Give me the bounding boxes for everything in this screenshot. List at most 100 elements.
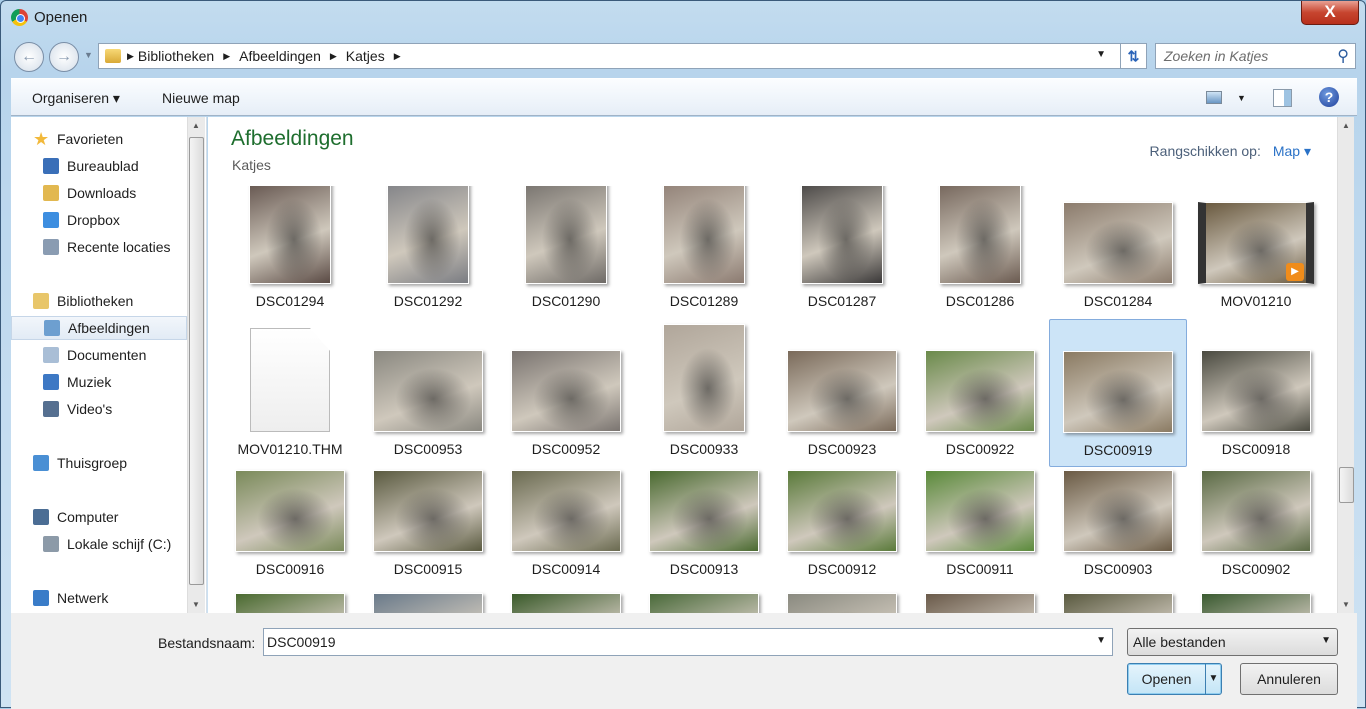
window-title: Openen — [34, 9, 88, 26]
file-item[interactable]: DSC00953 — [359, 319, 497, 467]
file-item[interactable] — [221, 587, 359, 613]
cancel-button[interactable]: Annuleren — [1240, 663, 1338, 695]
back-button[interactable]: ← — [14, 42, 44, 72]
view-options-dropdown[interactable]: ▼ — [1237, 93, 1246, 103]
change-view-icon[interactable] — [1206, 91, 1222, 104]
chevron-down-icon[interactable]: ▼ — [1096, 635, 1106, 646]
file-item[interactable] — [1049, 587, 1187, 613]
sidebar-scroll-thumb[interactable] — [189, 137, 204, 585]
open-button[interactable]: Openen ▼ — [1127, 663, 1222, 695]
file-name: DSC01290 — [531, 293, 601, 309]
sidebar-item[interactable]: Video's — [11, 397, 187, 421]
sidebar-item-label: Bibliotheken — [57, 293, 134, 309]
filetype-select[interactable]: Alle bestanden ▼ — [1127, 628, 1338, 656]
file-item[interactable]: DSC00913 — [635, 467, 773, 587]
chevron-right-icon[interactable]: ▶ — [223, 51, 230, 62]
file-item[interactable]: DSC00922 — [911, 319, 1049, 467]
breadcrumb-item[interactable]: Katjes — [346, 48, 385, 64]
sidebar-item[interactable]: Afbeeldingen — [11, 316, 187, 340]
chevron-right-icon[interactable]: ▶ — [394, 51, 401, 62]
file-item[interactable] — [497, 587, 635, 613]
dropbox-icon — [43, 212, 59, 228]
file-name: DSC00903 — [1083, 561, 1153, 577]
file-item[interactable]: DSC00918 — [1187, 319, 1325, 467]
sidebar-item-label: Dropbox — [67, 212, 120, 228]
search-input[interactable]: Zoeken in Katjes ⚲ — [1155, 43, 1356, 69]
file-item[interactable] — [773, 587, 911, 613]
file-item[interactable] — [911, 587, 1049, 613]
file-item[interactable]: DSC00911 — [911, 467, 1049, 587]
file-item[interactable]: DSC00933 — [635, 319, 773, 467]
refresh-button[interactable]: ⇅ — [1120, 44, 1146, 68]
filename-label: Bestandsnaam: — [158, 635, 256, 651]
chrome-icon — [11, 9, 28, 26]
forward-button[interactable]: → — [49, 42, 79, 72]
file-item[interactable] — [359, 587, 497, 613]
sidebar-item[interactable]: Documenten — [11, 343, 187, 367]
file-item[interactable]: DSC01284 — [1049, 186, 1187, 319]
file-item[interactable]: DSC01287 — [773, 186, 911, 319]
file-item[interactable]: DSC00912 — [773, 467, 911, 587]
address-bar[interactable]: ▶ Bibliotheken ▶ Afbeeldingen ▶ Katjes ▶ ▼ ⇅ — [98, 43, 1147, 69]
breadcrumb-item[interactable]: Bibliotheken — [138, 48, 214, 64]
arrange-dropdown[interactable]: Map ▾ — [1273, 143, 1311, 159]
file-item[interactable]: DSC00916 — [221, 467, 359, 587]
sidebar-item[interactable]: Downloads — [11, 181, 187, 205]
new-folder-button[interactable]: Nieuwe map — [162, 90, 240, 106]
recent-pages-dropdown[interactable]: ▼ — [84, 50, 93, 60]
breadcrumb-item[interactable]: Afbeeldingen — [239, 48, 321, 64]
file-name: DSC00902 — [1221, 561, 1291, 577]
file-view-scroll-thumb[interactable] — [1339, 467, 1354, 503]
sidebar-item[interactable]: Recente locaties — [11, 235, 187, 259]
file-item[interactable]: DSC00952 — [497, 319, 635, 467]
organize-button[interactable]: Organiseren ▾ — [32, 90, 120, 107]
file-item[interactable]: DSC00919 — [1049, 319, 1187, 467]
close-button[interactable]: X — [1301, 1, 1359, 25]
sidebar-item[interactable]: Netwerk — [11, 586, 187, 610]
file-item[interactable]: DSC01292 — [359, 186, 497, 319]
chevron-right-icon[interactable]: ▶ — [330, 51, 337, 62]
preview-pane-icon[interactable] — [1273, 89, 1292, 107]
thumbnail-area — [1187, 587, 1325, 613]
file-item[interactable]: MOV01210.THM — [221, 319, 359, 467]
file-item[interactable]: DSC00903 — [1049, 467, 1187, 587]
filename-input[interactable]: DSC00919 ▼ — [263, 628, 1113, 656]
file-item[interactable]: ▶ MOV01210 — [1187, 186, 1325, 319]
sidebar-item[interactable]: Dropbox — [11, 208, 187, 232]
thumbnail-area — [221, 467, 359, 552]
file-item[interactable]: DSC01290 — [497, 186, 635, 319]
thumbnail-area — [221, 186, 359, 284]
file-item[interactable]: DSC01286 — [911, 186, 1049, 319]
sidebar-item[interactable]: Muziek — [11, 370, 187, 394]
chevron-right-icon[interactable]: ▶ — [127, 51, 134, 62]
search-icon[interactable]: ⚲ — [1337, 46, 1349, 66]
image-thumbnail — [1063, 593, 1173, 613]
sidebar-item[interactable]: Bureaublad — [11, 154, 187, 178]
scroll-down-icon[interactable]: ▼ — [192, 600, 200, 609]
file-item[interactable] — [1187, 587, 1325, 613]
thumbnail-area — [635, 319, 773, 432]
scroll-down-icon[interactable]: ▼ — [1342, 600, 1350, 609]
file-item[interactable]: DSC00914 — [497, 467, 635, 587]
sidebar-item[interactable]: ★ Favorieten — [11, 127, 187, 151]
file-item[interactable]: DSC01289 — [635, 186, 773, 319]
sidebar-item[interactable]: Computer — [11, 505, 187, 529]
scroll-up-icon[interactable]: ▲ — [1342, 121, 1350, 130]
file-item[interactable]: DSC00902 — [1187, 467, 1325, 587]
file-item[interactable]: DSC00915 — [359, 467, 497, 587]
file-item[interactable] — [635, 587, 773, 613]
library-subtitle: Katjes — [232, 157, 271, 173]
file-item[interactable]: DSC01294 — [221, 186, 359, 319]
file-name: DSC01292 — [393, 293, 463, 309]
file-view-scrollbar[interactable]: ▲ ▼ — [1337, 117, 1354, 613]
sidebar-item[interactable]: Bibliotheken — [11, 289, 187, 313]
scroll-up-icon[interactable]: ▲ — [192, 121, 200, 130]
file-item[interactable]: DSC00923 — [773, 319, 911, 467]
sidebar-item[interactable]: Lokale schijf (C:) — [11, 532, 187, 556]
help-icon[interactable]: ? — [1319, 87, 1339, 107]
sidebar-scrollbar[interactable]: ▲ ▼ — [187, 117, 205, 613]
thumbnail-area — [773, 587, 911, 613]
sidebar-item[interactable]: Thuisgroep — [11, 451, 187, 475]
chevron-down-icon[interactable]: ▼ — [1096, 49, 1106, 60]
open-options-dropdown[interactable]: ▼ — [1205, 664, 1221, 694]
